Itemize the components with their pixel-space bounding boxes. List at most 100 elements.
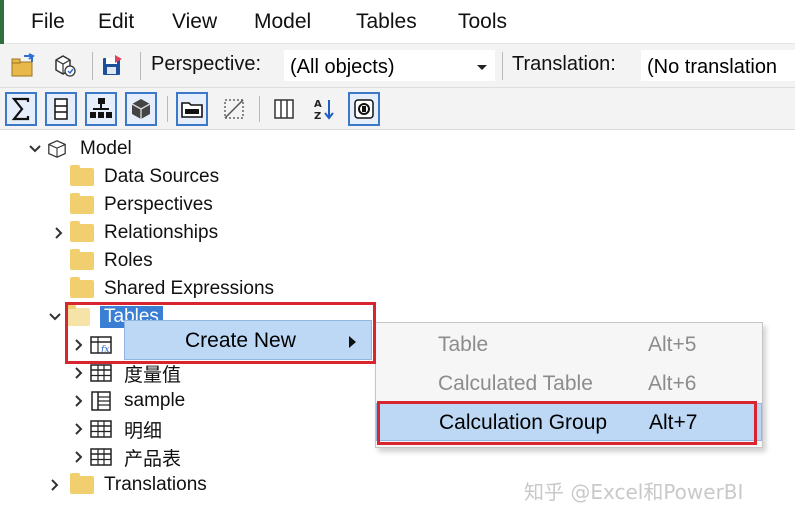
window-edge xyxy=(0,0,4,44)
table-icon xyxy=(90,364,112,382)
save-icon[interactable] xyxy=(100,53,126,79)
svg-text:Z: Z xyxy=(314,111,321,122)
folder-icon xyxy=(70,473,94,494)
submenu-item-label: Calculation Group xyxy=(439,411,608,434)
table-columns-icon xyxy=(91,391,111,411)
tree-node-table-4[interactable]: 产品表 xyxy=(68,443,181,471)
table-icon xyxy=(90,420,112,438)
tree-node-table-1[interactable]: 度量值 xyxy=(68,359,181,387)
tree-node-table-3[interactable]: 明细 xyxy=(68,415,162,443)
menu-bar: File Edit View Model Tables Tools xyxy=(0,0,795,44)
tree-node-translations[interactable]: Translations xyxy=(44,471,207,499)
perspective-icon xyxy=(354,99,374,119)
chevron-down-icon[interactable] xyxy=(44,312,66,322)
deploy-icon[interactable] xyxy=(50,53,76,79)
chevron-right-icon[interactable] xyxy=(68,394,90,408)
menu-view[interactable]: View xyxy=(172,9,217,35)
perspective-label: Perspective: xyxy=(151,53,262,75)
tree-label-table: 度量值 xyxy=(124,364,182,386)
tree-label-translations: Translations xyxy=(104,474,207,495)
submenu-item-calculation-group[interactable]: Calculation Group Alt+7 xyxy=(376,403,762,441)
hidden-objects-icon xyxy=(224,99,244,119)
create-new-submenu: Table Alt+5 Calculated Table Alt+6 Calcu… xyxy=(375,322,763,448)
context-menu-create-new[interactable]: Create New xyxy=(124,320,372,360)
submenu-item-calculated-table: Calculated Table Alt+6 xyxy=(376,365,762,403)
tree-label-data-sources: Data Sources xyxy=(104,166,220,187)
tree-node-roles[interactable]: Roles xyxy=(48,247,153,275)
submenu-item-shortcut: Alt+6 xyxy=(648,372,697,395)
tree-node-model[interactable]: Model xyxy=(24,135,132,163)
tree-node-data-sources[interactable]: Data Sources xyxy=(48,163,219,191)
chevron-right-icon[interactable] xyxy=(48,226,70,240)
submenu-item-label: Table xyxy=(438,333,489,356)
svg-text:fx: fx xyxy=(100,345,109,355)
perspective-dropdown[interactable]: (All objects) xyxy=(283,49,496,82)
translation-dropdown[interactable]: (No translation xyxy=(640,49,795,82)
columns-icon xyxy=(274,99,294,119)
submenu-item-shortcut: Alt+7 xyxy=(649,411,698,434)
perspective-value: (All objects) xyxy=(290,56,395,78)
model-cube-icon xyxy=(48,140,66,158)
tree-node-table-2[interactable]: sample xyxy=(68,387,185,415)
toolbar-main: Perspective: (All objects) Translation: … xyxy=(0,44,795,88)
sort-az-icon: A Z xyxy=(314,99,334,122)
tree-label-table: 明细 xyxy=(124,420,163,442)
tree-label-perspectives: Perspectives xyxy=(104,194,213,215)
translation-label: Translation: xyxy=(512,53,616,75)
tree-node-calc-table[interactable]: fx xyxy=(68,331,124,359)
hierarchy-view-button[interactable] xyxy=(85,92,117,126)
toolbar-view: A Z xyxy=(0,88,795,130)
table-icon xyxy=(90,448,112,466)
hidden-objects-button[interactable] xyxy=(218,92,250,126)
svg-text:A: A xyxy=(314,99,322,110)
submenu-item-shortcut: Alt+5 xyxy=(648,333,697,356)
tree-label-model: Model xyxy=(80,138,132,159)
tree-label-shared-expressions: Shared Expressions xyxy=(104,278,275,299)
chevron-right-icon[interactable] xyxy=(68,366,90,380)
chevron-right-icon[interactable] xyxy=(68,450,90,464)
tree-label-relationships: Relationships xyxy=(104,222,219,243)
menu-tools[interactable]: Tools xyxy=(458,9,507,35)
cube-view-button[interactable] xyxy=(125,92,157,126)
tree-node-perspectives[interactable]: Perspectives xyxy=(48,191,213,219)
sigma-icon xyxy=(11,97,30,121)
menu-edit[interactable]: Edit xyxy=(98,9,134,35)
submenu-arrow-icon xyxy=(349,336,356,348)
chevron-right-icon[interactable] xyxy=(68,338,90,352)
sigma-button[interactable] xyxy=(5,92,37,126)
display-folders-button[interactable] xyxy=(176,92,208,126)
folder-icon xyxy=(70,193,94,214)
cube-icon xyxy=(131,99,151,119)
chevron-down-icon[interactable] xyxy=(24,144,46,154)
tree-node-relationships[interactable]: Relationships xyxy=(48,219,218,247)
folder-icon xyxy=(70,249,94,270)
tree-node-shared-expressions[interactable]: Shared Expressions xyxy=(48,275,274,303)
sort-az-button[interactable]: A Z xyxy=(308,92,340,126)
watermark: 知乎 @Excel和PowerBI xyxy=(524,480,744,504)
menu-model[interactable]: Model xyxy=(254,9,311,35)
folder-icon xyxy=(70,221,94,242)
menu-tables[interactable]: Tables xyxy=(356,9,417,35)
translation-value: (No translation xyxy=(647,56,778,78)
chevron-down-icon xyxy=(477,65,487,70)
calculated-table-icon: fx xyxy=(90,336,112,355)
open-folder-icon[interactable] xyxy=(10,53,36,79)
chevron-right-icon[interactable] xyxy=(44,478,66,492)
folder-outline-icon xyxy=(181,102,203,118)
folder-icon xyxy=(70,277,94,298)
column-layout-button[interactable] xyxy=(268,92,300,126)
hierarchy-icon xyxy=(90,98,112,118)
column-list-icon xyxy=(54,98,68,120)
folder-open-icon xyxy=(66,305,90,326)
show-perspectives-button[interactable] xyxy=(348,92,380,126)
create-new-label: Create New xyxy=(185,329,296,352)
submenu-item-table: Table Alt+5 xyxy=(376,326,762,364)
tree-label-table: 产品表 xyxy=(124,448,182,470)
tree-label-roles: Roles xyxy=(104,250,153,271)
tree-label-table: sample xyxy=(124,390,186,411)
menu-file[interactable]: File xyxy=(31,9,65,35)
folder-icon xyxy=(70,165,94,186)
submenu-item-label: Calculated Table xyxy=(438,372,593,395)
chevron-right-icon[interactable] xyxy=(68,422,90,436)
columns-view-button[interactable] xyxy=(45,92,77,126)
